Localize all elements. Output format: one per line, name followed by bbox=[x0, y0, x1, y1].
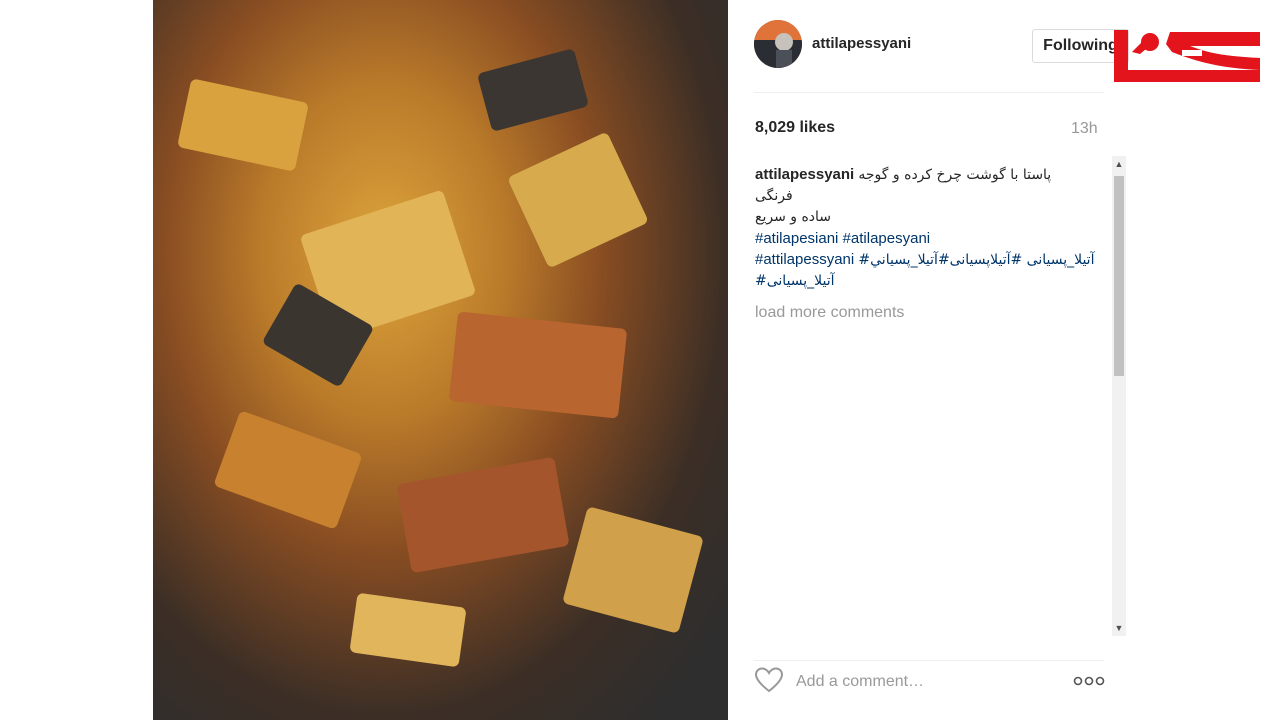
comment-bar bbox=[754, 660, 1106, 702]
heart-icon[interactable] bbox=[754, 666, 784, 694]
post-photo[interactable] bbox=[153, 0, 728, 720]
hashtag-latin[interactable]: #attilapessyani bbox=[755, 251, 854, 268]
more-options-icon[interactable] bbox=[1072, 671, 1106, 691]
food-texture bbox=[177, 78, 309, 172]
food-texture bbox=[349, 592, 467, 668]
avatar-image bbox=[754, 20, 802, 68]
comments-scrollbar[interactable]: ▲ ▼ bbox=[1112, 156, 1126, 636]
hashtags-persian[interactable]: #آتیلا_پسیانی #آتیلاپسیانی#آتیلا_پسياني bbox=[858, 252, 1094, 268]
caption-username[interactable]: attilapessyani bbox=[755, 166, 854, 183]
divider bbox=[754, 92, 1104, 93]
scroll-up-arrow-icon[interactable]: ▲ bbox=[1112, 156, 1126, 172]
hashtag-persian-3[interactable]: #آتیلا_پسیانی bbox=[755, 271, 1110, 292]
scroll-thumb[interactable] bbox=[1114, 176, 1124, 376]
hashtags-line-2: #attilapessyani #آتیلا_پسیانی #آتیلاپسیا… bbox=[755, 249, 1110, 271]
caption-line-1: attilapessyani پاستا با گوشت چرخ کرده و … bbox=[755, 164, 1110, 186]
comments-section: attilapessyani پاستا با گوشت چرخ کرده و … bbox=[755, 164, 1110, 634]
food-texture bbox=[448, 311, 628, 419]
site-logo bbox=[1114, 30, 1260, 82]
food-texture bbox=[476, 48, 590, 132]
scroll-down-arrow-icon[interactable]: ▼ bbox=[1112, 620, 1126, 636]
food-texture bbox=[396, 456, 570, 574]
food-texture bbox=[562, 506, 704, 634]
load-more-comments-link[interactable]: load more comments bbox=[755, 302, 1110, 323]
food-texture bbox=[507, 131, 649, 269]
post-header: attilapessyani Following bbox=[754, 20, 1129, 72]
caption-text-3: ساده و سریع bbox=[755, 209, 832, 225]
username[interactable]: attilapessyani bbox=[812, 35, 911, 52]
comment-input[interactable] bbox=[796, 669, 1036, 695]
caption-text-2: فرنگی bbox=[755, 188, 793, 204]
likes-count[interactable]: 8,029 likes bbox=[755, 119, 835, 137]
avatar[interactable] bbox=[754, 20, 802, 68]
post-details-panel: attilapessyani Following 8,029 likes 13h… bbox=[728, 0, 1129, 720]
hashtags-line-1[interactable]: #atilapesiani #atilapesyani bbox=[755, 228, 1110, 249]
caption-text: پاستا با گوشت چرخ کرده و گوجه bbox=[858, 167, 1052, 183]
post-time[interactable]: 13h bbox=[1071, 120, 1098, 138]
food-texture bbox=[213, 410, 363, 530]
